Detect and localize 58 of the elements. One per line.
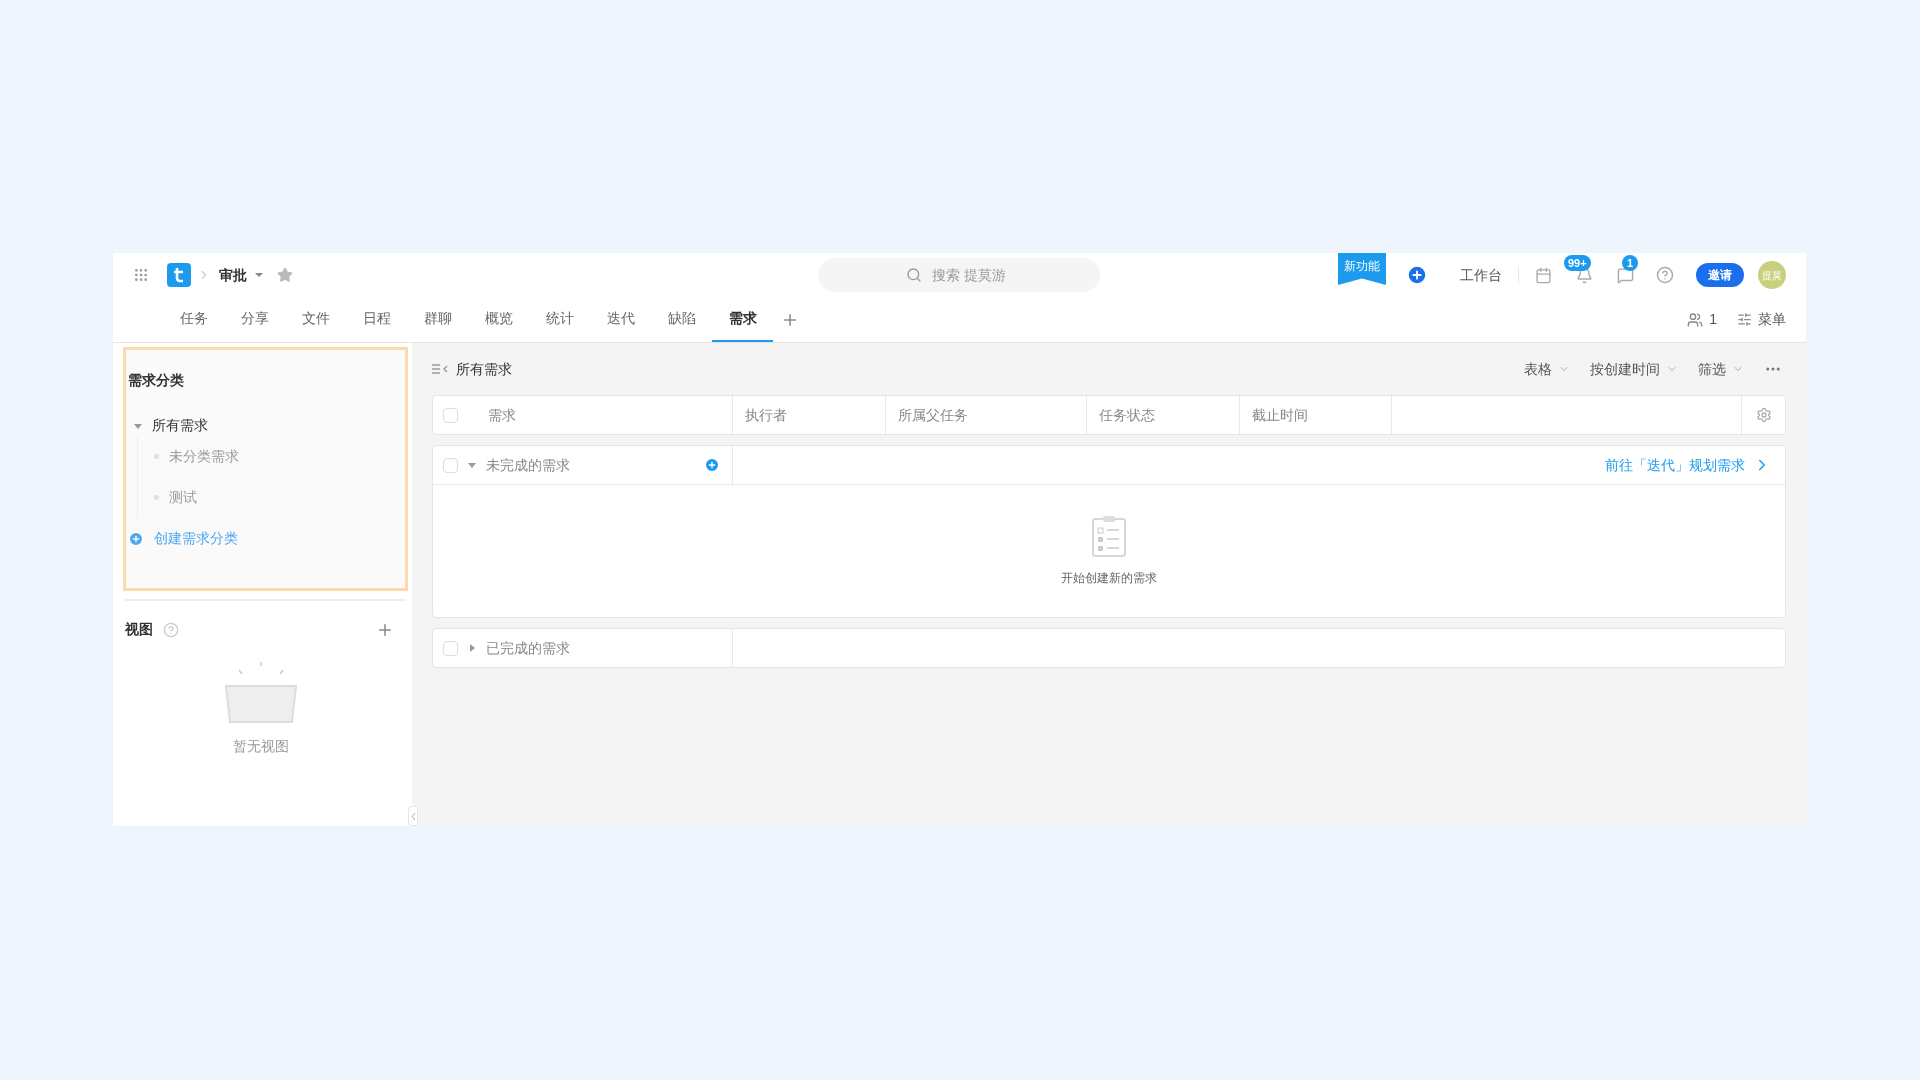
workbench-link[interactable]: 工作台 <box>1460 264 1502 286</box>
nav-tab[interactable]: 任务 <box>163 297 224 342</box>
empty-views-text: 暂无视图 <box>232 737 289 756</box>
nav-tab[interactable]: 缺陷 <box>651 297 712 342</box>
empty-state-text: 开始创建新的需求 <box>1061 570 1157 587</box>
nav-tab[interactable]: 迭代 <box>590 297 651 342</box>
page-title: 所有需求 <box>456 359 512 379</box>
collapse-triangle-icon[interactable] <box>468 644 476 652</box>
toolbar-dropdown[interactable]: 按创建时间 <box>1590 358 1678 380</box>
member-count[interactable]: 1 <box>1709 309 1717 330</box>
help-icon[interactable] <box>163 621 179 638</box>
toolbar-dropdown[interactable]: 表格 <box>1524 358 1570 380</box>
invite-button[interactable]: 邀请 <box>1696 263 1744 287</box>
plan-iteration-link[interactable]: 前往「迭代」规划需求 <box>1605 454 1745 476</box>
views-title: 视图 <box>125 620 153 639</box>
column-header[interactable]: 截止时间 <box>1252 404 1308 426</box>
column-header[interactable]: 所属父任务 <box>898 404 968 426</box>
apps-grid-icon[interactable] <box>133 267 149 283</box>
tree-item[interactable]: 所有需求 <box>152 415 208 436</box>
nav-tab[interactable]: 分享 <box>224 297 285 342</box>
message-icon[interactable] <box>1617 266 1634 284</box>
calendar-icon[interactable] <box>1535 266 1552 284</box>
logo-icon[interactable] <box>167 263 191 287</box>
group-label[interactable]: 未完成的需求 <box>486 454 570 476</box>
add-circle-icon[interactable] <box>704 457 720 473</box>
notification-badge: 99+ <box>1564 254 1591 271</box>
select-all-checkbox[interactable] <box>443 407 458 423</box>
empty-box-icon <box>222 662 299 726</box>
toolbar-dropdown[interactable]: 筛选 <box>1698 358 1744 380</box>
nav-tab[interactable]: 概览 <box>468 297 529 342</box>
nav-tab[interactable]: 统计 <box>529 297 590 342</box>
add-circle-icon[interactable] <box>128 530 144 547</box>
add-icon[interactable] <box>1406 264 1428 286</box>
panel-title: 需求分类 <box>128 371 185 390</box>
star-icon[interactable] <box>277 267 293 283</box>
group-label[interactable]: 已完成的需求 <box>486 637 570 659</box>
nav-tab[interactable]: 日程 <box>346 297 407 342</box>
help-icon[interactable] <box>1656 266 1674 284</box>
row-checkbox[interactable] <box>443 640 458 656</box>
column-header[interactable]: 任务状态 <box>1099 404 1155 426</box>
expand-triangle-icon[interactable] <box>468 461 476 469</box>
collapse-list-icon[interactable] <box>432 363 448 375</box>
dropdown-caret-icon[interactable] <box>255 271 263 279</box>
column-header[interactable]: 需求 <box>488 404 516 426</box>
nav-tab[interactable]: 文件 <box>285 297 346 342</box>
search-field[interactable]: 搜索 提莫游 <box>818 258 1100 292</box>
members-icon[interactable] <box>1687 311 1704 328</box>
search-icon <box>906 267 922 283</box>
settings-icon[interactable] <box>1755 407 1772 423</box>
project-name[interactable]: 审批 <box>219 264 247 286</box>
nav-tab[interactable]: 群聊 <box>407 297 468 342</box>
clipboard-icon <box>1092 515 1126 557</box>
menu-label[interactable]: 菜单 <box>1758 309 1786 330</box>
message-badge: 1 <box>1622 254 1638 271</box>
row-checkbox[interactable] <box>443 457 458 473</box>
menu-icon[interactable] <box>1737 312 1752 327</box>
expand-triangle-icon[interactable] <box>134 421 142 430</box>
column-header[interactable]: 执行者 <box>745 404 787 426</box>
